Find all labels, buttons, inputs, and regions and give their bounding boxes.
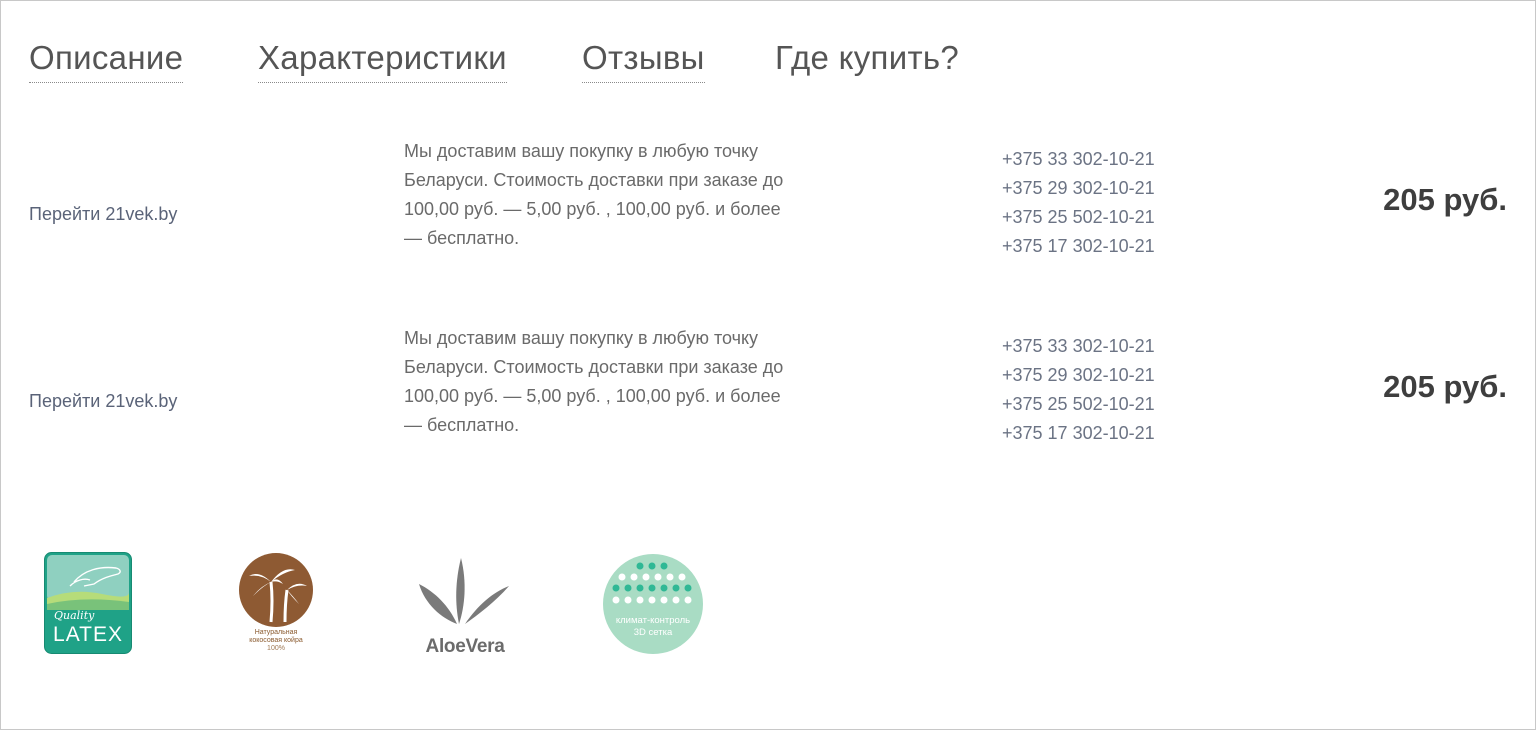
climate-control-3d-icon: климат-контроль 3D сетка — [602, 553, 704, 655]
tab-characteristics[interactable]: Характеристики — [258, 36, 507, 83]
coir-label: Натуральная кокосовая койра 100% — [249, 629, 303, 652]
phone-number: +375 25 502-10-21 — [1002, 207, 1155, 227]
phone-number: +375 29 302-10-21 — [1002, 178, 1155, 198]
price: 205 руб. — [1383, 369, 1507, 404]
svg-text:Quality: Quality — [54, 609, 95, 622]
aloe-vera-icon: AloeVera — [415, 552, 515, 657]
svg-text:климат-контроль: климат-контроль — [616, 615, 690, 626]
quality-latex-icon: Quality LATEX — [44, 552, 132, 654]
phone-number: +375 29 302-10-21 — [1002, 365, 1155, 385]
svg-text:3D сетка: 3D сетка — [634, 627, 673, 638]
phone-list: +375 33 302-10-21 +375 29 302-10-21 +375… — [1002, 332, 1155, 448]
delivery-info: Мы доставим вашу покупку в любую точку Б… — [404, 141, 784, 248]
phone-number: +375 17 302-10-21 — [1002, 423, 1155, 443]
store-link[interactable]: Перейти 21vek.by — [29, 204, 177, 225]
svg-text:LATEX: LATEX — [53, 623, 123, 646]
aloe-label: AloeVera — [425, 636, 505, 657]
tab-description[interactable]: Описание — [29, 36, 184, 83]
coconut-coir-icon: Натуральная кокосовая койра 100% — [231, 552, 321, 656]
offer-row: Перейти 21vek.by Мы доставим вашу покупк… — [0, 137, 1536, 287]
phone-number: +375 33 302-10-21 — [1002, 336, 1155, 356]
tab-where-to-buy[interactable]: Где купить? — [775, 36, 959, 80]
phone-number: +375 17 302-10-21 — [1002, 236, 1155, 256]
phone-number: +375 25 502-10-21 — [1002, 394, 1155, 414]
delivery-info: Мы доставим вашу покупку в любую точку Б… — [404, 328, 784, 435]
offer-row: Перейти 21vek.by Мы доставим вашу покупк… — [0, 324, 1536, 474]
phone-list: +375 33 302-10-21 +375 29 302-10-21 +375… — [1002, 145, 1155, 261]
tab-reviews[interactable]: Отзывы — [582, 36, 705, 83]
price: 205 руб. — [1383, 182, 1507, 217]
store-link[interactable]: Перейти 21vek.by — [29, 391, 177, 412]
phone-number: +375 33 302-10-21 — [1002, 149, 1155, 169]
